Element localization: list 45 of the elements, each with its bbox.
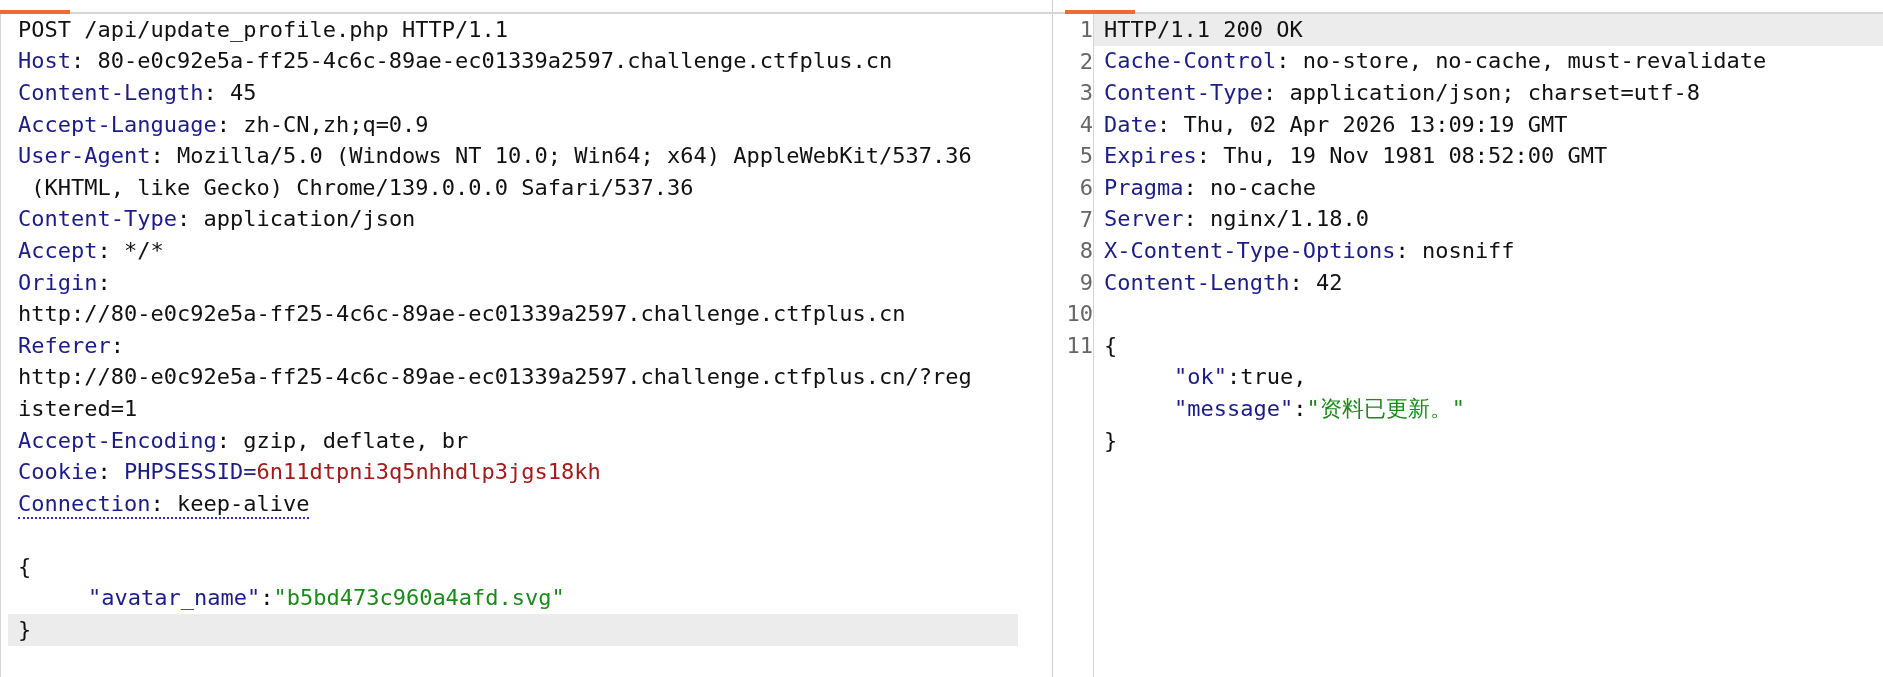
code-line: {: [18, 552, 32, 581]
code-line: Expires: Thu, 19 Nov 1981 08:52:00 GMT: [1104, 142, 1608, 171]
code-line: (KHTML, like Gecko) Chrome/139.0.0.0 Safari/537.36: [30, 173, 694, 202]
code-line: {: [1104, 331, 1118, 360]
code-line: User-Agent: Mozilla/5.0 (Windows NT 10.0; Win64; x64) AppleWebKit/537.36: [18, 142, 972, 171]
code-line: Cookie: PHPSESSID=6n11dtpni3q5nhhdlp3jgs18kh: [18, 458, 601, 487]
tab-indicator: [1065, 10, 1135, 14]
code-line: http://80-e0c92e5a-ff25-4c6c-89ae-ec01339a2597.challenge.ctfplus.cn/?reg: [18, 363, 972, 392]
line-number: 2: [1079, 48, 1093, 74]
code-line: HTTP/1.1 200 OK: [1104, 15, 1303, 44]
code-line: "message":"资料已更新。": [1173, 394, 1465, 423]
code-line: }: [18, 616, 32, 645]
code-line: Content-Length: 42: [1104, 268, 1343, 297]
line-number: 10: [1066, 301, 1093, 327]
line-number: 6: [1079, 174, 1093, 200]
line-number: 1: [1079, 17, 1093, 42]
code-line: }: [1104, 426, 1118, 455]
code-line: Content-Type: application/json; charset=utf-8: [1104, 79, 1701, 107]
code-line: Connection: keep-alive: [18, 489, 310, 518]
code-line: http://80-e0c92e5a-ff25-4c6c-89ae-ec01339a2597.challenge.ctfplus.cn: [18, 300, 906, 329]
code-line: "ok":true,: [1173, 363, 1307, 392]
line-number: 4: [1079, 111, 1093, 137]
code-line: Accept-Encoding: gzip, deflate, br: [18, 426, 469, 455]
code-line: Date: Thu, 02 Apr 2026 13:09:19 GMT: [1104, 110, 1568, 139]
code-line: istered=1: [18, 394, 138, 423]
code-line: X-Content-Type-Options: nosniff: [1104, 236, 1515, 265]
tab-indicator: [0, 10, 70, 14]
line-number: 5: [1079, 143, 1093, 169]
code-line: Pragma: no-cache: [1104, 173, 1316, 202]
code-line: Referer:: [18, 331, 124, 360]
code-line: Cache-Control: no-store, no-cache, must-revalidate: [1104, 47, 1767, 76]
line-number: 7: [1079, 206, 1093, 232]
code-line: Host: 80-e0c92e5a-ff25-4c6c-89ae-ec01339a2597.challenge.ctfplus.cn: [18, 47, 893, 76]
code-line: Accept: */*: [18, 236, 164, 265]
code-line: Content-Length: 45: [18, 79, 257, 107]
code-line: Accept-Language: zh-CN,zh;q=0.9: [18, 110, 429, 139]
code-line: Origin:: [18, 268, 111, 297]
line-number: 3: [1079, 80, 1093, 106]
line-number: 9: [1079, 269, 1093, 295]
code-line: POST /api/update_profile.php HTTP/1.1: [18, 15, 509, 44]
line-number: 8: [1079, 238, 1093, 264]
line-number: 11: [1066, 332, 1093, 358]
code-line: Server: nginx/1.18.0: [1104, 205, 1369, 234]
code-line: "avatar_name":"b5bd473c960a4afd.svg": [87, 584, 565, 613]
code-line: Content-Type: application/json: [18, 205, 416, 234]
